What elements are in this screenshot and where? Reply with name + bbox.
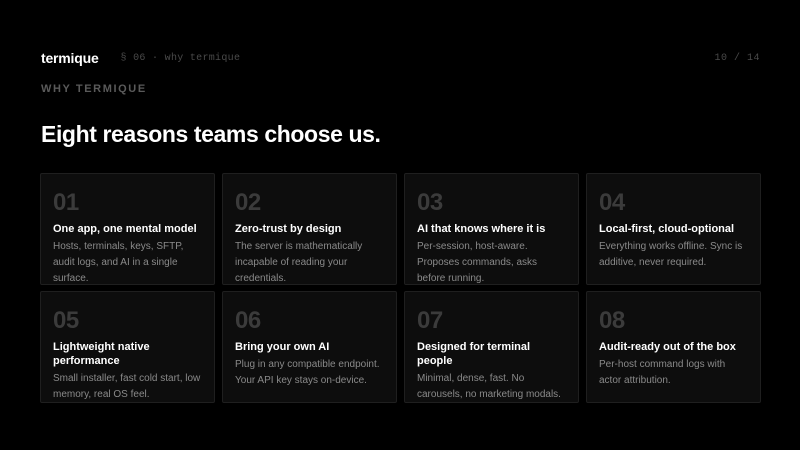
reason-card: 03 AI that knows where it is Per-session… xyxy=(404,173,579,285)
section-label: § 06 · why termique xyxy=(120,52,241,64)
top-bar: termique § 06 · why termique 10 / 14 xyxy=(41,48,760,68)
reason-card: 04 Local-first, cloud-optional Everythin… xyxy=(586,173,761,285)
slide: termique § 06 · why termique 10 / 14 WHY… xyxy=(0,0,800,450)
reason-title: Designed for terminal people xyxy=(417,341,531,367)
reason-card: 07 Designed for terminal people Minimal,… xyxy=(404,291,579,403)
reason-number: 06 xyxy=(235,307,261,334)
reason-description: Hosts, terminals, keys, SFTP, audit logs… xyxy=(53,241,184,284)
reason-card: 01 One app, one mental model Hosts, term… xyxy=(40,173,215,285)
reasons-grid: 01 One app, one mental model Hosts, term… xyxy=(40,173,761,403)
reason-number: 02 xyxy=(235,189,261,216)
reason-number: 04 xyxy=(599,189,625,216)
reason-card: 06 Bring your own AI Plug in any compati… xyxy=(222,291,397,403)
reason-description: Per-session, host-aware. Proposes comman… xyxy=(417,241,538,284)
reason-title: Local-first, cloud-optional xyxy=(599,223,735,235)
reason-card: 02 Zero-trust by design The server is ma… xyxy=(222,173,397,285)
reason-description: Everything works offline. Sync is additi… xyxy=(599,241,743,268)
eyebrow-label: WHY TERMIQUE xyxy=(41,83,147,95)
reason-number: 08 xyxy=(599,307,625,334)
reason-number: 05 xyxy=(53,307,79,334)
reason-title: Audit-ready out of the box xyxy=(599,341,736,353)
reason-number: 03 xyxy=(417,189,443,216)
reason-description: The server is mathematically incapable o… xyxy=(235,241,363,284)
brand-logo: termique xyxy=(41,50,99,66)
reason-description: Small installer, fast cold start, low me… xyxy=(53,373,201,400)
reason-description: Minimal, dense, fast. No carousels, no m… xyxy=(417,373,561,400)
reason-title: AI that knows where it is xyxy=(417,223,546,235)
reason-number: 01 xyxy=(53,189,79,216)
page-title: Eight reasons teams choose us. xyxy=(41,121,381,147)
reason-card: 08 Audit-ready out of the box Per-host c… xyxy=(586,291,761,403)
reason-description: Plug in any compatible endpoint. Your AP… xyxy=(235,359,380,386)
reason-card: 05 Lightweight native performance Small … xyxy=(40,291,215,403)
reason-title: Zero-trust by design xyxy=(235,223,342,235)
reason-description: Per-host command logs with actor attribu… xyxy=(599,359,726,386)
page-counter: 10 / 14 xyxy=(714,52,760,64)
reason-number: 07 xyxy=(417,307,443,334)
reason-title: One app, one mental model xyxy=(53,223,197,235)
reason-title: Lightweight native performance xyxy=(53,341,150,367)
reason-title: Bring your own AI xyxy=(235,341,330,353)
